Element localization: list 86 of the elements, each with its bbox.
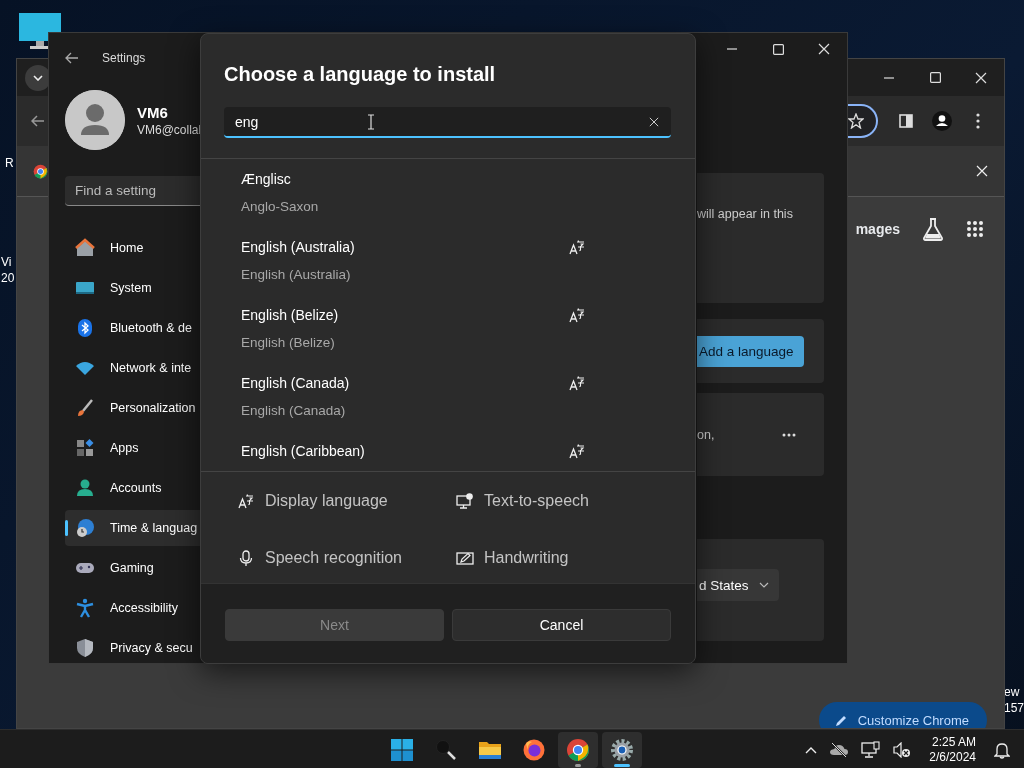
- chevron-down-icon: [33, 74, 43, 81]
- avatar: [65, 90, 125, 150]
- customize-chrome-button[interactable]: Customize Chrome: [818, 702, 987, 728]
- handwriting-icon: [456, 550, 474, 566]
- close-icon[interactable]: [818, 43, 830, 55]
- clock-date[interactable]: 2/6/2024: [929, 749, 976, 765]
- time-icon: [75, 518, 95, 538]
- close-icon[interactable]: [976, 165, 988, 177]
- dialog-title: Choose a language to install: [224, 62, 497, 87]
- language-search-field[interactable]: eng: [224, 107, 671, 138]
- personalization-icon: [75, 398, 95, 418]
- display-language-icon: [569, 307, 585, 323]
- star-icon[interactable]: [848, 113, 864, 129]
- region-dropdown[interactable]: d States: [697, 569, 779, 601]
- pencil-icon: [834, 713, 848, 727]
- language-name: English (Canada): [241, 374, 350, 393]
- desktop-label: R: [5, 155, 14, 171]
- language-item[interactable]: English (Caribbean): [201, 431, 695, 471]
- dialog-button[interactable]: Cancel: [452, 609, 671, 641]
- more-icon[interactable]: [782, 432, 796, 437]
- display-language-icon: [569, 443, 585, 459]
- images-link[interactable]: mages: [855, 221, 900, 237]
- language-subtitle: English (Canada): [241, 402, 346, 420]
- desktop-label: Vi: [1, 254, 12, 270]
- home-icon: [75, 238, 95, 258]
- firefox-icon: [522, 737, 546, 762]
- menu-icon[interactable]: [976, 113, 980, 129]
- clear-icon[interactable]: [649, 117, 659, 127]
- maximize-icon[interactable]: [929, 72, 941, 83]
- maximize-icon[interactable]: [772, 43, 784, 55]
- network-icon[interactable]: [861, 740, 882, 759]
- privacy-icon: [75, 638, 95, 658]
- start-icon: [390, 737, 414, 762]
- desktop-label: ew: [1004, 684, 1020, 700]
- language-item[interactable]: English (Canada) English (Canada): [201, 363, 695, 431]
- language-item[interactable]: English (Belize) English (Belize): [201, 295, 695, 363]
- bluetooth-icon: [75, 318, 95, 338]
- card-text: will appear in this: [697, 207, 793, 221]
- accessibility-icon: [75, 598, 95, 618]
- close-icon[interactable]: [975, 71, 987, 84]
- desktop-label: 157: [1004, 700, 1024, 716]
- microphone-icon: [239, 549, 253, 567]
- card-text: on,: [697, 427, 715, 442]
- text-to-speech-icon: [456, 493, 474, 509]
- chevron-down-icon: [758, 582, 769, 588]
- taskbar-app[interactable]: [602, 731, 642, 768]
- side-panel-icon[interactable]: [899, 114, 913, 128]
- user-email: VM6@collal: [137, 122, 202, 137]
- apps-icon: [75, 438, 95, 458]
- cloud-off-icon[interactable]: [829, 741, 850, 758]
- back-arrow-icon[interactable]: [65, 52, 79, 64]
- volume-muted-icon[interactable]: [893, 741, 912, 758]
- display-language-icon: [569, 375, 585, 391]
- language-subtitle: English (Australia): [241, 266, 351, 284]
- user-name: VM6: [137, 103, 169, 121]
- language-subtitle: English (Belize): [241, 334, 335, 352]
- back-arrow-icon[interactable]: [31, 115, 45, 127]
- accounts-icon: [75, 478, 95, 498]
- language-item[interactable]: English (Australia) English (Australia): [201, 227, 695, 295]
- gear-icon: [610, 737, 634, 762]
- language-name: English (Australia): [241, 238, 355, 257]
- language-name: English (Caribbean): [241, 442, 365, 461]
- display-language-icon: [238, 493, 254, 509]
- chrome-icon: [33, 163, 48, 179]
- clock-time[interactable]: 2:25 AM: [931, 734, 976, 750]
- feature-label: Display language: [265, 492, 388, 510]
- language-name: Ænglisc: [241, 170, 291, 189]
- language-name: English (Belize): [241, 306, 339, 325]
- desktop-label: 20: [1, 270, 15, 286]
- chrome-icon: [566, 737, 590, 762]
- language-subtitle: Anglo-Saxon: [241, 198, 319, 216]
- flask-icon[interactable]: [922, 217, 944, 241]
- feature-label: Speech recognition: [265, 549, 402, 567]
- window-title: Settings: [102, 51, 146, 65]
- taskbar-app[interactable]: [558, 731, 598, 768]
- apps-grid-icon[interactable]: [966, 220, 984, 238]
- profile-icon[interactable]: [932, 111, 952, 131]
- feature-label: Text-to-speech: [484, 492, 589, 510]
- add-language-button[interactable]: Add a language: [697, 335, 804, 367]
- chevron-up-icon[interactable]: [805, 745, 818, 754]
- monitor-icon[interactable]: [18, 12, 62, 50]
- feature-label: Handwriting: [484, 549, 569, 567]
- display-language-icon: [569, 239, 585, 255]
- tab-search-button[interactable]: [25, 64, 51, 91]
- text-cursor-icon: [367, 114, 375, 130]
- notification-bell-icon[interactable]: [994, 740, 1010, 759]
